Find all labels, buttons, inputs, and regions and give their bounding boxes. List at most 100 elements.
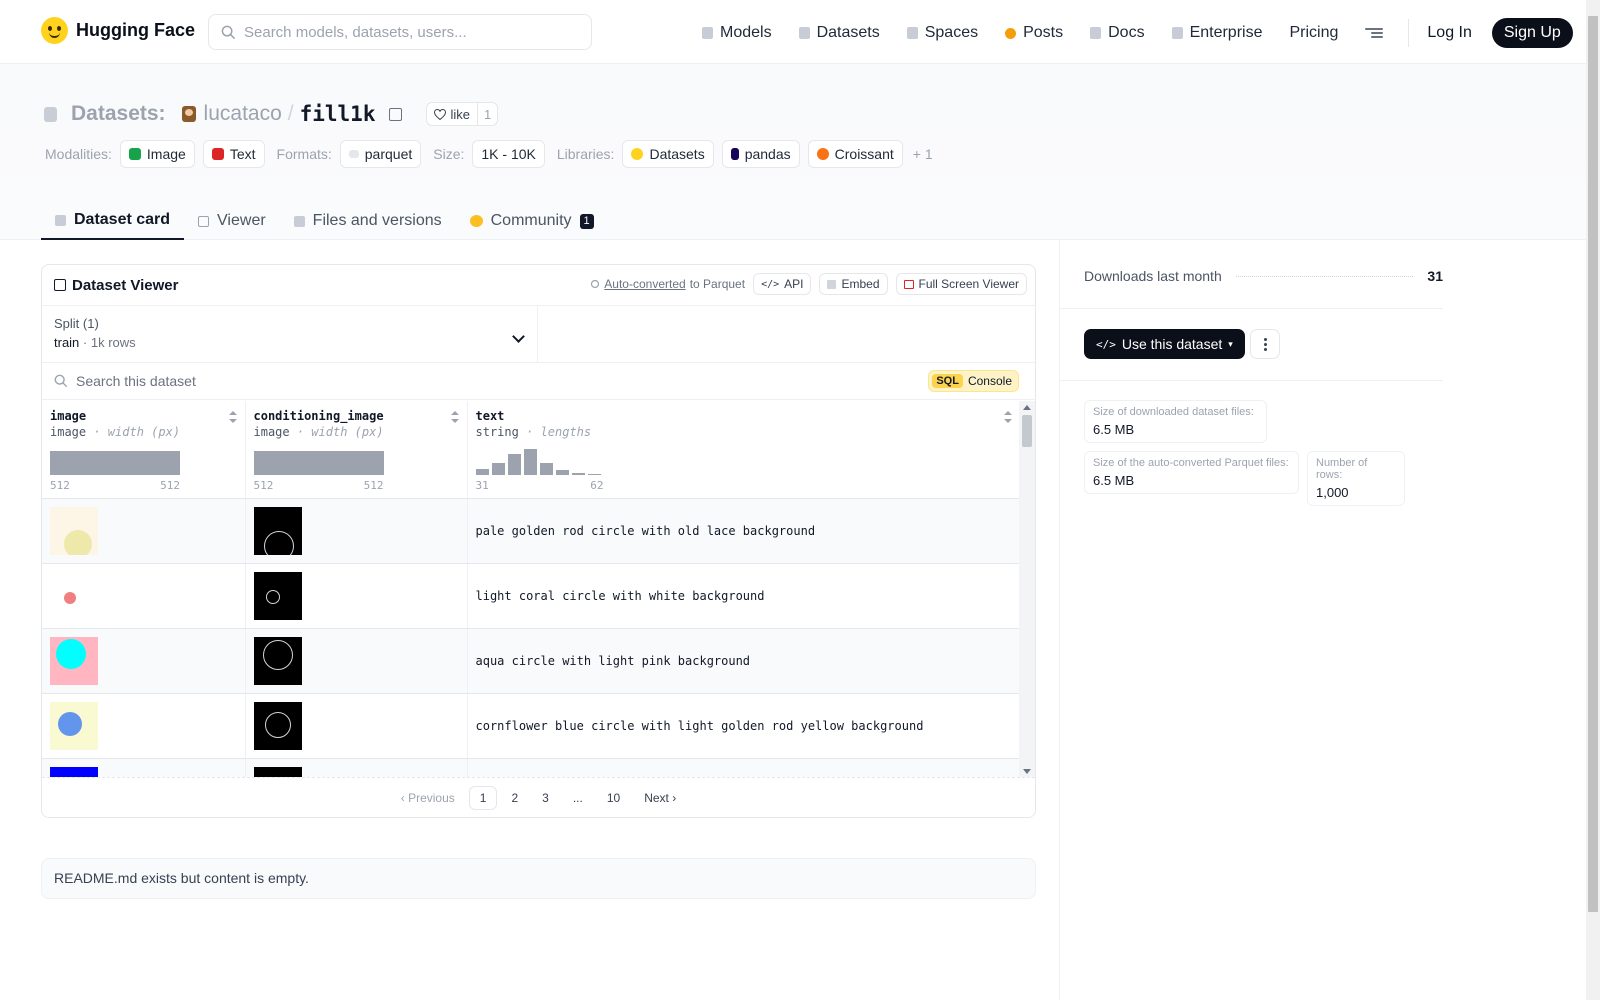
page-button-10[interactable]: 10 [597,787,630,809]
nav-docs[interactable]: Docs [1090,19,1145,47]
global-search-input[interactable] [244,23,564,41]
scroll-down-icon[interactable] [1023,769,1031,774]
models-icon [702,27,713,39]
image-cell[interactable] [42,758,246,778]
tag-size[interactable]: 1K - 10K [472,140,545,168]
table-body: pale golden rod circle with old lace bac… [42,498,1020,778]
nav-pricing[interactable]: Pricing [1289,19,1338,47]
like-count[interactable]: 1 [478,107,497,122]
sql-console-button[interactable]: SQL Console [928,370,1019,392]
image-cell[interactable] [42,693,246,759]
api-button[interactable]: </> API [753,273,812,295]
repo-owner-link[interactable]: lucataco [204,102,282,126]
auto-converted-link[interactable]: Auto-converted [604,277,685,291]
text-cell[interactable]: aqua circle with light pink background [467,628,1020,694]
fullscreen-viewer-button[interactable]: Full Screen Viewer [895,273,1027,295]
next-page-button[interactable]: Next › [634,787,686,809]
conditioning-image-thumbnail[interactable] [253,571,302,620]
path-separator: / [287,102,294,125]
table-scroll-thumb[interactable] [1022,415,1032,447]
page-scrollbar[interactable] [1586,0,1600,1000]
nav-datasets[interactable]: Datasets [798,19,880,47]
nav-posts[interactable]: Posts [1005,19,1063,47]
split-selector[interactable]: Split (1) train · 1k rows [42,306,538,362]
conditioning-image-thumbnail[interactable] [253,636,302,685]
text-cell[interactable]: light coral circle with white background [467,563,1020,629]
tag-croissant[interactable]: Croissant [807,140,903,168]
nav-spaces[interactable]: Spaces [906,19,978,47]
conditioning-image-thumbnail[interactable] [253,701,302,750]
page-ellipsis: ... [572,790,583,805]
conditioning-image-cell[interactable] [245,498,468,564]
conditioning-image-cell[interactable] [245,563,468,629]
previous-page-button[interactable]: ‹ Previous [391,787,465,809]
image-thumbnail[interactable] [50,701,98,750]
embed-button[interactable]: Embed [819,273,888,295]
nav-models[interactable]: Models [702,19,772,47]
column-header-image[interactable]: image image · width (px) 512 512 [42,401,246,499]
repo-type-link[interactable]: Datasets: [71,102,166,126]
tag-pandas[interactable]: pandas [721,140,800,168]
use-this-dataset-button[interactable]: </> Use this dataset ▾ [1084,329,1245,359]
dataset-search[interactable]: SQL Console [42,363,1035,400]
image-thumbnail[interactable] [50,506,98,555]
like-button[interactable]: like 1 [426,102,499,126]
text-cell[interactable]: cornflower blue circle with light golden… [467,693,1020,759]
conditioning-image-cell[interactable] [245,758,468,778]
sort-icon[interactable] [228,411,237,423]
brand-name: Hugging Face [76,20,196,40]
image-thumbnail[interactable] [50,636,98,685]
image-cell[interactable] [42,498,246,564]
tag-datasets[interactable]: Datasets [622,140,714,168]
login-link[interactable]: Log In [1427,24,1471,42]
conditioning-image-thumbnail[interactable] [253,506,302,555]
tab-community[interactable]: Community 1 [456,202,608,240]
stat-value: 6.5 MB [1093,473,1135,488]
tag-text[interactable]: Text [202,140,265,168]
signup-button[interactable]: Sign Up [1491,18,1573,48]
image-cell[interactable] [42,628,246,694]
column-header-text[interactable]: text string · lengths 31 62 [467,401,1020,499]
scroll-up-icon[interactable] [1023,405,1031,410]
page-button-2[interactable]: 2 [501,787,528,809]
stat-label: Size of the auto-converted Parquet files… [1093,457,1289,469]
more-tags-link[interactable]: + 1 [913,146,933,162]
sort-icon[interactable] [450,411,459,423]
table-row[interactable]: pale golden rod circle with old lace bac… [42,498,1020,564]
repo-name[interactable]: fill1k [300,102,376,126]
page-button-1[interactable]: 1 [468,785,498,810]
conditioning-image-cell[interactable] [245,693,468,759]
heart-icon [434,108,447,120]
nav-enterprise[interactable]: Enterprise [1171,19,1262,47]
conditioning-image-cell[interactable] [245,628,468,694]
tag-parquet[interactable]: parquet [339,140,422,168]
croissant-icon [816,148,829,160]
image-cell[interactable] [42,563,246,629]
tab-viewer[interactable]: Viewer [184,202,280,240]
global-search[interactable] [208,14,592,50]
brand-logo[interactable]: Hugging Face [41,17,195,44]
tab-files-label: Files and versions [312,212,442,229]
more-options-button[interactable] [1250,329,1280,359]
tab-dataset-card[interactable]: Dataset card [41,202,185,240]
page-button-3[interactable]: 3 [532,787,559,809]
more-menu-button[interactable] [1365,19,1384,47]
page-scroll-thumb[interactable] [1588,16,1598,912]
tab-files[interactable]: Files and versions [280,202,456,240]
column-type: image · width (px) [50,425,237,439]
viewer-actions: Auto-converted to Parquet </> API Embed F… [590,273,1027,295]
tag-image[interactable]: Image [119,140,195,168]
column-header-conditioning-image[interactable]: conditioning_image image · width (px) 51… [245,401,468,499]
table-scrollbar[interactable] [1019,401,1035,778]
table-row[interactable]: aqua circle with light pink background [42,628,1020,694]
table-row[interactable]: cornflower blue circle with light golden… [42,693,1020,759]
copy-icon[interactable] [389,107,403,121]
dataset-search-input[interactable] [76,373,676,389]
table-row[interactable] [42,758,1020,778]
image-thumbnail[interactable] [50,571,98,620]
sort-icon[interactable] [1004,411,1012,423]
text-cell[interactable] [467,758,1020,778]
text-cell[interactable]: pale golden rod circle with old lace bac… [467,498,1020,564]
histogram-min: 512 [50,479,70,492]
table-row[interactable]: light coral circle with white background [42,563,1020,629]
